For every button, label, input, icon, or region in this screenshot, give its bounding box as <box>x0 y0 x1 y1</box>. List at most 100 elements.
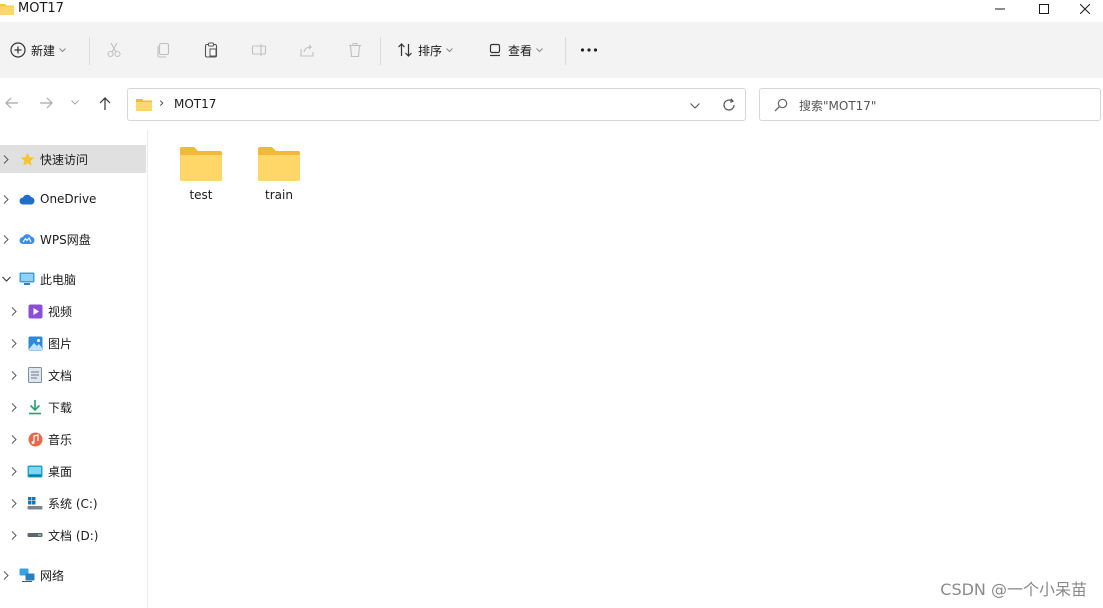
sidebar-item-label: WPS网盘 <box>40 232 91 247</box>
sidebar-item-label: 系统 (C:) <box>48 496 98 511</box>
chevron-right-icon[interactable] <box>8 529 20 541</box>
up-button[interactable] <box>99 97 111 111</box>
chevron-right-icon[interactable] <box>8 369 20 381</box>
title-bar: MOT17 <box>0 0 1103 22</box>
network-icon <box>19 567 35 583</box>
chevron-down-icon <box>446 47 453 53</box>
delete-button[interactable] <box>347 35 363 65</box>
cloud-icon <box>19 191 35 207</box>
chevron-right-icon[interactable] <box>0 233 12 245</box>
window-title: MOT17 <box>18 1 64 16</box>
plus-circle-icon <box>10 42 26 58</box>
address-dropdown-icon[interactable] <box>690 103 700 109</box>
sort-icon <box>397 42 413 58</box>
chevron-right-icon[interactable] <box>8 497 20 509</box>
minimize-button[interactable] <box>978 0 1022 18</box>
sidebar-item-label: 下载 <box>48 400 73 415</box>
video-icon <box>27 303 43 319</box>
star-icon <box>19 151 35 167</box>
maximize-icon <box>1039 4 1049 14</box>
new-button[interactable]: 新建 <box>10 35 66 65</box>
file-list: test train <box>148 130 1103 608</box>
sort-button[interactable]: 排序 <box>397 35 453 65</box>
sidebar-item-videos[interactable]: 视频 <box>0 297 146 325</box>
folder-icon <box>179 146 223 182</box>
rename-button[interactable] <box>251 35 267 65</box>
view-label: 查看 <box>508 43 533 58</box>
view-icon <box>487 42 503 58</box>
sidebar-item-label: 此电脑 <box>40 272 77 287</box>
toolbar-divider <box>380 37 381 65</box>
cut-button[interactable] <box>106 35 122 65</box>
sidebar-item-network[interactable]: 网络 <box>0 561 146 589</box>
more-button[interactable] <box>580 35 598 65</box>
arrow-up-icon <box>99 97 111 111</box>
search-icon <box>774 98 788 112</box>
folder-name: test <box>189 188 213 202</box>
arrow-right-icon <box>39 97 53 109</box>
drive-c-icon <box>27 495 43 511</box>
paste-button[interactable] <box>203 35 219 65</box>
watermark-text: CSDN @一个小呆苗 <box>940 580 1087 599</box>
download-icon <box>27 399 43 415</box>
search-input[interactable]: 搜索"MOT17" <box>759 88 1101 121</box>
computer-icon <box>19 271 35 287</box>
sidebar-item-music[interactable]: 音乐 <box>0 425 146 453</box>
chevron-right-icon[interactable] <box>0 153 12 165</box>
minimize-icon <box>995 4 1005 14</box>
sidebar-item-drive-d[interactable]: 文档 (D:) <box>0 521 146 549</box>
rename-icon <box>251 42 267 58</box>
refresh-icon[interactable] <box>722 98 736 112</box>
folder-icon <box>136 98 152 111</box>
sidebar-item-this-pc[interactable]: 此电脑 <box>0 265 146 293</box>
maximize-button[interactable] <box>1022 0 1066 18</box>
forward-button[interactable] <box>39 97 53 109</box>
recent-locations-button[interactable] <box>71 100 79 105</box>
folder-item-train[interactable]: train <box>244 146 314 216</box>
sidebar-item-onedrive[interactable]: OneDrive <box>0 185 146 213</box>
sidebar-item-downloads[interactable]: 下载 <box>0 393 146 421</box>
sidebar-item-drive-c[interactable]: 系统 (C:) <box>0 489 146 517</box>
delete-icon <box>347 42 363 58</box>
documents-icon <box>27 367 43 383</box>
chevron-right-icon[interactable] <box>8 465 20 477</box>
sidebar-item-quick-access[interactable]: 快速访问 <box>0 145 146 173</box>
arrow-left-icon <box>5 97 19 109</box>
sidebar-item-label: 音乐 <box>48 432 73 447</box>
folder-icon <box>0 3 14 15</box>
copy-button[interactable] <box>155 35 171 65</box>
sidebar-item-label: 网络 <box>40 568 65 583</box>
sidebar-item-documents[interactable]: 文档 <box>0 361 146 389</box>
search-placeholder: 搜索"MOT17" <box>799 99 877 113</box>
chevron-down-icon[interactable] <box>0 273 12 285</box>
chevron-right-icon[interactable] <box>8 401 20 413</box>
sidebar-item-pictures[interactable]: 图片 <box>0 329 146 357</box>
breadcrumb-separator: › <box>159 96 165 111</box>
sidebar-item-label: 文档 <box>48 368 73 383</box>
breadcrumb-item[interactable]: MOT17 <box>174 97 216 111</box>
chevron-right-icon[interactable] <box>8 433 20 445</box>
desktop-icon <box>27 463 43 479</box>
sidebar-item-desktop[interactable]: 桌面 <box>0 457 146 485</box>
folder-item-test[interactable]: test <box>166 146 236 216</box>
command-bar: 新建 排序 查看 <box>0 22 1103 78</box>
chevron-down-icon <box>59 47 66 53</box>
sidebar-item-label: 视频 <box>48 304 73 319</box>
music-icon <box>27 431 43 447</box>
chevron-right-icon[interactable] <box>8 305 20 317</box>
address-bar[interactable]: › MOT17 <box>127 88 746 121</box>
pictures-icon <box>27 335 43 351</box>
copy-icon <box>155 42 171 58</box>
new-label: 新建 <box>31 43 56 58</box>
share-icon <box>299 42 315 58</box>
chevron-right-icon[interactable] <box>8 337 20 349</box>
view-button[interactable]: 查看 <box>487 35 543 65</box>
chevron-right-icon[interactable] <box>0 193 12 205</box>
sidebar-item-label: 图片 <box>48 336 73 351</box>
share-button[interactable] <box>299 35 315 65</box>
chevron-right-icon[interactable] <box>0 569 12 581</box>
sidebar-item-wps-cloud[interactable]: WPS网盘 <box>0 225 146 253</box>
back-button[interactable] <box>5 97 19 109</box>
sidebar-item-label: 桌面 <box>48 464 73 479</box>
close-button[interactable] <box>1066 0 1103 18</box>
